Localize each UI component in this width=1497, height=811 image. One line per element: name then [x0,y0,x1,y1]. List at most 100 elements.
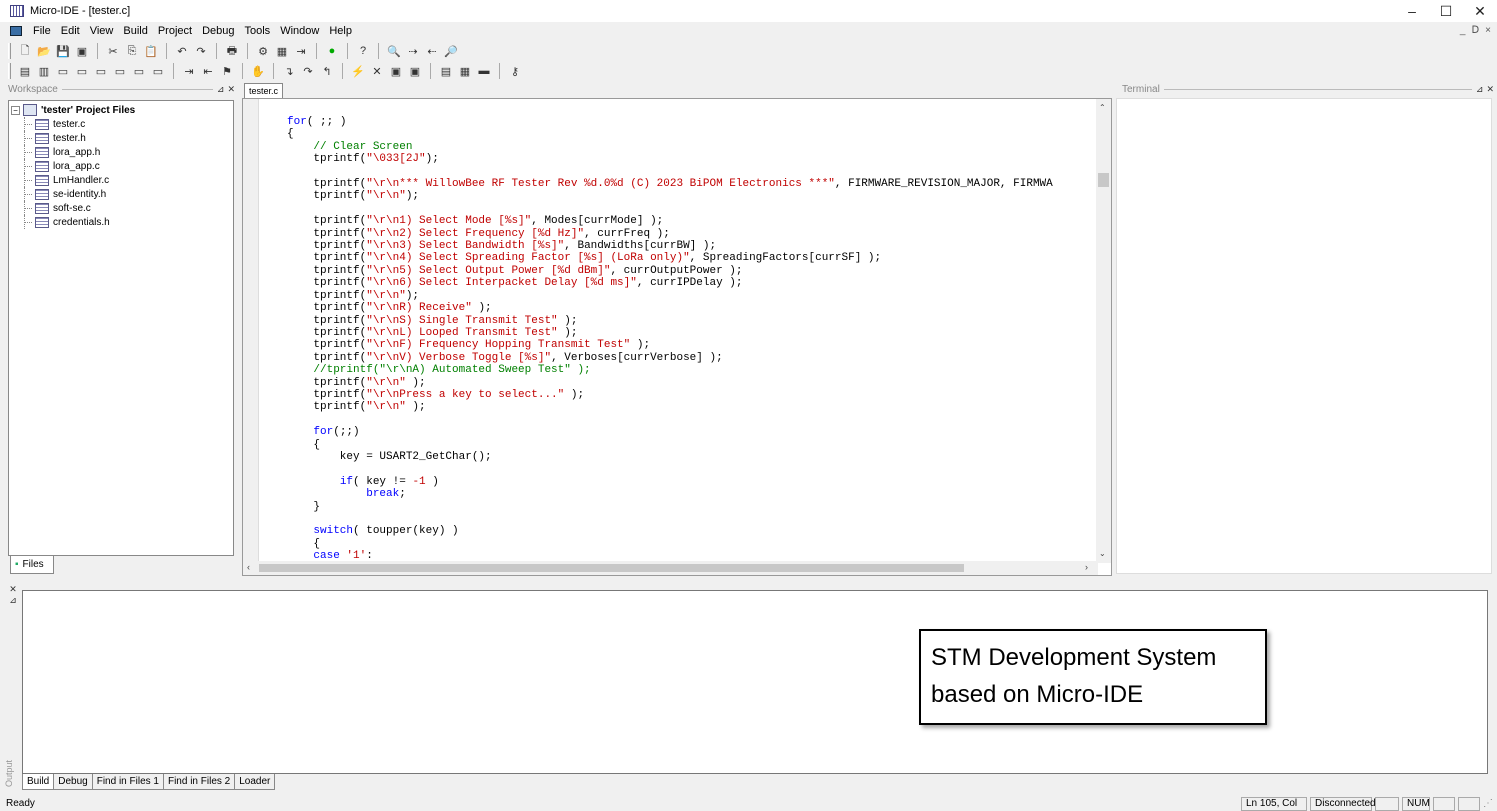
hand-icon[interactable]: ✋ [250,63,266,79]
panel-close-icon[interactable]: ✕ [1486,84,1494,95]
code-line[interactable]: //tprintf("\r\nA) Automated Sweep Test" … [287,364,1053,376]
tree-file[interactable]: se-identity.h [11,187,231,201]
tree-file[interactable]: lora_app.h [11,145,231,159]
menu-help[interactable]: Help [324,25,357,37]
tree-file[interactable]: credentials.h [11,215,231,229]
find-icon[interactable]: 🔍 [386,43,402,59]
scroll-up-icon[interactable]: ⌃ [1099,103,1106,112]
code-line[interactable]: tprintf("\r\nS) Single Transmit Test" ); [287,315,1053,327]
outdent-icon[interactable]: ⇤ [200,63,216,79]
mdi-minimize-button[interactable]: _ [1460,25,1466,36]
menu-window[interactable]: Window [275,25,324,37]
compile-icon[interactable]: ⚙ [255,43,271,59]
menu-tools[interactable]: Tools [240,25,276,37]
mdi-close-button[interactable]: × [1485,25,1491,36]
code-line[interactable] [287,166,1053,178]
code-line[interactable]: tprintf("\r\n2) Select Frequency [%d Hz]… [287,228,1053,240]
tree-file[interactable]: soft-se.c [11,201,231,215]
output-panel[interactable] [22,590,1488,774]
code-line[interactable]: tprintf("\r\n"); [287,290,1053,302]
output-toggle-icon[interactable]: ▥ [36,63,52,79]
registers-icon[interactable]: ▭ [74,63,90,79]
save-icon[interactable]: 💾 [55,43,71,59]
undo-icon[interactable]: ↶ [174,43,190,59]
code-text[interactable]: for( ;; ){ // Clear Screen tprintf("\033… [287,116,1053,563]
tree-file[interactable]: LmHandler.c [11,173,231,187]
connect-icon[interactable]: ⚡ [350,63,366,79]
code-line[interactable]: tprintf("\r\nPress a key to select..." )… [287,389,1053,401]
terminal-output[interactable] [1116,98,1492,574]
copy-icon[interactable]: ⎘ [124,43,140,59]
cut-icon[interactable]: ✂ [105,43,121,59]
code-line[interactable] [287,203,1053,215]
document-icon[interactable] [10,26,22,36]
code-line[interactable]: tprintf("\r\n" ); [287,401,1053,413]
menu-file[interactable]: File [28,25,56,37]
panel-float-icon[interactable]: ⊿ [6,595,20,606]
code-line[interactable]: tprintf("\033[2J"); [287,153,1053,165]
tab-tester-c[interactable]: tester.c [244,83,284,98]
code-line[interactable]: tprintf("\r\n" ); [287,377,1053,389]
new-file-icon[interactable]: 🗋 [17,43,33,59]
step-out-icon[interactable]: ↰ [319,63,335,79]
code-line[interactable]: tprintf("\r\n"); [287,190,1053,202]
tab-find-in-files-2[interactable]: Find in Files 2 [162,774,236,790]
toolbar-grip[interactable] [8,43,11,59]
help-icon[interactable]: ? [355,43,371,59]
panel-close-icon[interactable]: ✕ [6,584,20,595]
tab-find-in-files-1[interactable]: Find in Files 1 [91,774,164,790]
code-line[interactable]: tprintf("\r\n4) Select Spreading Factor … [287,252,1053,264]
menu-project[interactable]: Project [153,25,197,37]
toolbar-grip[interactable] [8,63,11,79]
panel-float-icon[interactable]: ⊿ [1476,84,1484,95]
code-line[interactable]: // Clear Screen [287,141,1053,153]
find-prev-icon[interactable]: ⇠ [424,43,440,59]
find-in-files-icon[interactable]: 🔎 [443,43,459,59]
code-line[interactable]: tprintf("\r\n*** WillowBee RF Tester Rev… [287,178,1052,190]
bookmark-icon[interactable]: ⚑ [219,63,235,79]
menu-build[interactable]: Build [118,25,152,37]
code-line[interactable]: { [287,439,1053,451]
code-line[interactable]: tprintf("\r\nL) Looped Transmit Test" ); [287,327,1053,339]
tree-file[interactable]: tester.c [11,117,231,131]
tab-debug[interactable]: Debug [53,774,93,790]
tree-file[interactable]: lora_app.c [11,159,231,173]
scroll-right-icon[interactable]: › [1085,562,1088,572]
panel-close-icon[interactable]: ✕ [227,84,235,95]
code-line[interactable]: tprintf("\r\nF) Frequency Hopping Transm… [287,339,1053,351]
print-icon[interactable]: 🖶 [224,43,240,59]
indent-icon[interactable]: ⇥ [181,63,197,79]
code-line[interactable]: tprintf("\r\nV) Verbose Toggle [%s]", Ve… [287,352,1053,364]
code-line[interactable]: if( key != -1 ) [287,476,1053,488]
workspace-toggle-icon[interactable]: ▤ [17,63,33,79]
code-line[interactable]: tprintf("\r\nR) Receive" ); [287,302,1053,314]
resize-grip-icon[interactable]: ⋰ [1483,798,1497,809]
editor-gutter[interactable] [243,99,259,563]
board-icon[interactable]: ▣ [388,63,404,79]
menu-view[interactable]: View [85,25,119,37]
code-line[interactable] [287,513,1053,525]
collapse-icon[interactable]: − [11,105,20,115]
code-line[interactable]: tprintf("\r\n6) Select Interpacket Delay… [287,277,1053,289]
menu-debug[interactable]: Debug [197,25,239,37]
options-icon[interactable]: ▤ [438,63,454,79]
code-line[interactable]: tprintf("\r\n1) Select Mode [%s]", Modes… [287,215,1053,227]
minimize-button[interactable]: – [1395,0,1429,22]
call-stack-icon[interactable]: ▭ [150,63,166,79]
mdi-restore-button[interactable]: ᗞ [1471,25,1479,36]
key-icon[interactable]: ⚷ [507,63,523,79]
vertical-scroll-thumb[interactable] [1098,173,1109,187]
code-line[interactable]: break; [287,488,1053,500]
window-icon[interactable]: ▬ [476,63,492,79]
menu-edit[interactable]: Edit [56,25,85,37]
code-line[interactable]: key = USART2_GetChar(); [287,451,1053,463]
watch-icon[interactable]: ▭ [55,63,71,79]
vertical-scrollbar[interactable]: ⌃ ⌄ [1096,99,1111,563]
paste-icon[interactable]: 📋 [143,43,159,59]
close-button[interactable]: ✕ [1463,0,1497,22]
step-over-icon[interactable]: ↷ [300,63,316,79]
disassembly-icon[interactable]: ▭ [112,63,128,79]
download-icon[interactable]: ⇥ [293,43,309,59]
code-line[interactable]: { [287,538,1053,550]
code-editor[interactable]: for( ;; ){ // Clear Screen tprintf("\033… [242,98,1112,576]
